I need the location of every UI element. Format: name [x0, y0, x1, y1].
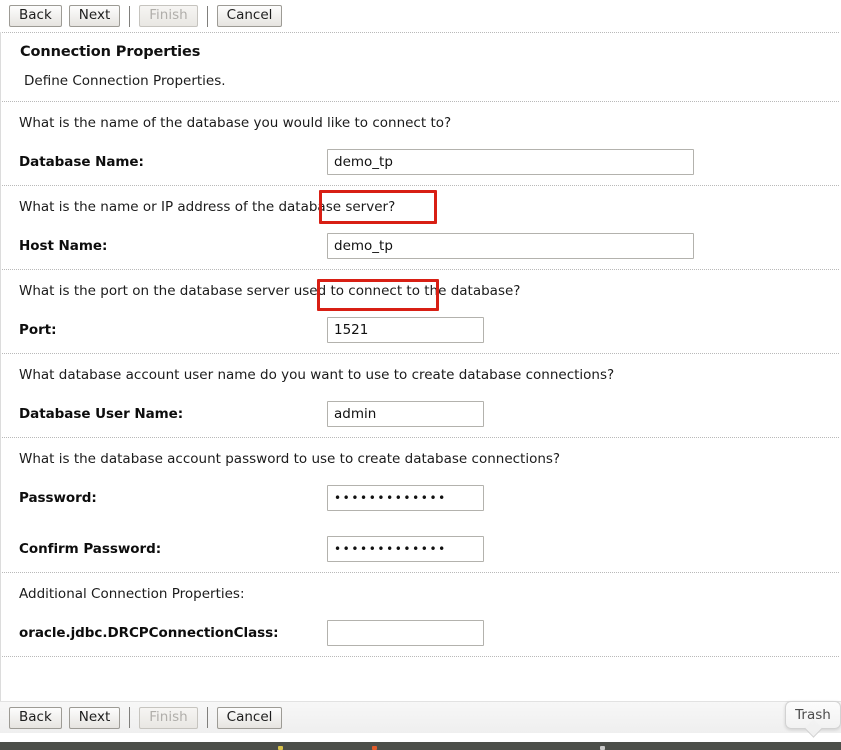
section-password: What is the database account password to… — [1, 438, 840, 572]
finish-button-bottom: Finish — [139, 706, 198, 729]
next-button-top[interactable]: Next — [68, 5, 121, 27]
section-additional-properties: Additional Connection Properties: oracle… — [1, 573, 840, 656]
dock-icon[interactable] — [372, 746, 377, 750]
confirm-password-label: Confirm Password: — [19, 541, 162, 557]
toolbar-separator — [129, 5, 131, 27]
section-port: What is the port on the database server … — [1, 270, 840, 353]
divider — [2, 656, 839, 657]
drcp-connection-class-input[interactable] — [327, 620, 484, 646]
next-button-bottom[interactable]: Next — [68, 706, 121, 729]
question-text: What is the name of the database you wou… — [19, 115, 452, 131]
cancel-button-bottom[interactable]: Cancel — [216, 706, 283, 729]
trash-tooltip: Trash — [785, 701, 841, 729]
finish-button-top: Finish — [139, 5, 198, 27]
wizard-panel: Connection Properties Define Connection … — [0, 32, 841, 701]
port-input[interactable] — [327, 317, 484, 343]
database-user-name-input[interactable] — [327, 401, 484, 427]
back-button-bottom[interactable]: Back — [9, 706, 62, 729]
host-name-input[interactable] — [327, 233, 694, 259]
wizard-toolbar-top: Back Next Finish Cancel — [0, 0, 841, 32]
dock-icon[interactable] — [600, 746, 605, 750]
field-row: Database Name: — [1, 149, 840, 175]
drcp-connection-class-label: oracle.jdbc.DRCPConnectionClass: — [19, 625, 279, 641]
dock-icon[interactable] — [278, 746, 283, 750]
field-row: oracle.jdbc.DRCPConnectionClass: — [1, 620, 840, 646]
connection-properties-wizard: Back Next Finish Cancel Connection Prope… — [0, 0, 841, 742]
page-subtitle: Define Connection Properties. — [24, 73, 226, 89]
question-text: What is the port on the database server … — [19, 283, 521, 299]
database-name-label: Database Name: — [19, 154, 144, 170]
toolbar-separator — [206, 5, 208, 27]
database-name-input[interactable] — [327, 149, 694, 175]
wizard-toolbar-bottom: Back Next Finish Cancel — [0, 701, 841, 733]
field-row: Port: — [1, 317, 840, 343]
section-database-name: What is the name of the database you wou… — [1, 102, 840, 185]
section-database-user-name: What database account user name do you w… — [1, 354, 840, 437]
password-label: Password: — [19, 490, 97, 506]
field-row: Database User Name: — [1, 401, 840, 427]
question-text: What is the name or IP address of the da… — [19, 199, 396, 215]
field-row: Host Name: — [1, 233, 840, 259]
database-user-name-label: Database User Name: — [19, 406, 184, 422]
question-text: What is the database account password to… — [19, 451, 561, 467]
cancel-button-top[interactable]: Cancel — [216, 5, 283, 27]
back-button-top[interactable]: Back — [9, 5, 62, 27]
confirm-password-input[interactable] — [327, 536, 484, 562]
question-text: Additional Connection Properties: — [19, 586, 245, 602]
host-name-label: Host Name: — [19, 238, 108, 254]
password-input[interactable] — [327, 485, 484, 511]
field-row: Password: — [1, 485, 840, 511]
wizard-header: Connection Properties Define Connection … — [1, 33, 840, 101]
desktop-dock[interactable] — [0, 742, 841, 750]
question-text: What database account user name do you w… — [19, 367, 615, 383]
page-title: Connection Properties — [20, 44, 201, 60]
port-label: Port: — [19, 322, 57, 338]
section-host-name: What is the name or IP address of the da… — [1, 186, 840, 269]
toolbar-separator — [206, 707, 208, 728]
toolbar-separator — [129, 707, 131, 728]
field-row: Confirm Password: — [1, 536, 840, 562]
